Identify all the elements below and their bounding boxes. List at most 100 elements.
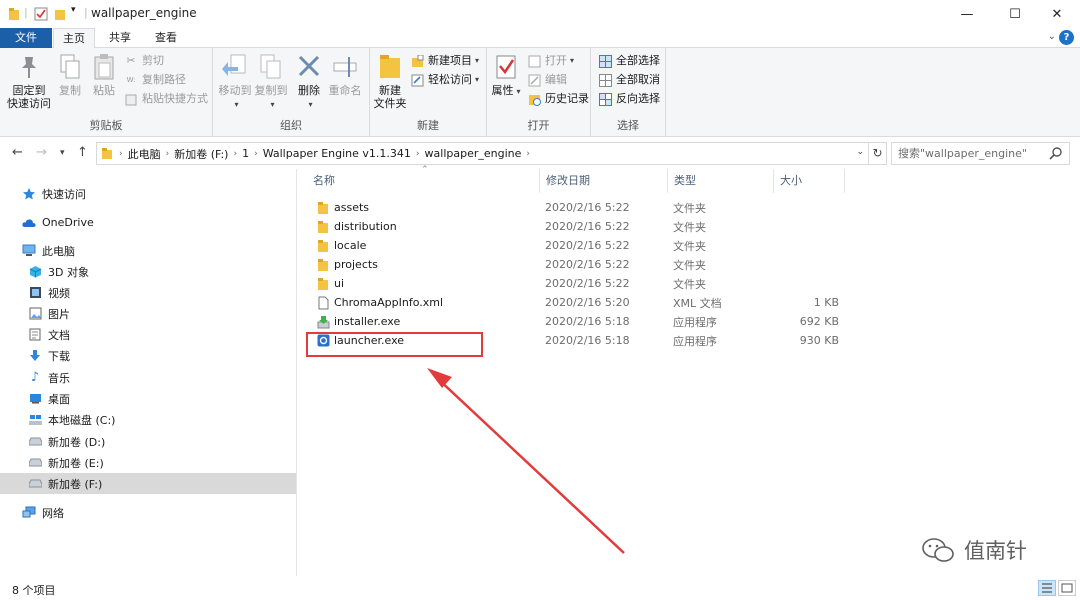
recent-locations-icon[interactable]: ▾ [60,148,65,158]
refresh-icon[interactable]: ↻ [869,142,887,165]
minimize-button[interactable]: — [944,0,990,28]
sidebar-item-3d-objects[interactable]: 3D 对象 [0,261,296,282]
table-row[interactable]: distribution 2020/2/16 5:22 文件夹 [307,217,847,236]
folder-icon [316,276,330,291]
copy-path-button[interactable]: W: 复制路径 [124,71,186,89]
sidebar-item-desktop[interactable]: 桌面 [0,388,296,409]
new-item-button[interactable]: 新建项目 ▾ [410,52,479,70]
table-row[interactable]: installer.exe 2020/2/16 5:18 应用程序 692 KB [307,312,847,331]
wechat-icon [922,538,954,562]
breadcrumb-wallpaper-engine-version[interactable]: Wallpaper Engine v1.1.341 [263,147,411,160]
table-row[interactable]: projects 2020/2/16 5:22 文件夹 [307,255,847,274]
select-all-label: 全部选择 [616,54,660,67]
table-row[interactable]: ChromaAppInfo.xml 2020/2/16 5:20 XML 文档 … [307,293,847,312]
large-icons-view-button[interactable] [1058,580,1076,596]
sidebar-item-drive-c[interactable]: 本地磁盘 (C:) [0,409,296,430]
folder-icon [9,8,19,20]
help-icon[interactable]: ? [1059,30,1074,45]
breadcrumb-folder-1[interactable]: 1 [242,147,249,160]
file-date: 2020/2/16 5:22 [545,239,630,252]
sidebar-item-this-pc[interactable]: 此电脑 [0,240,296,261]
history-button[interactable]: 历史记录 [527,90,589,108]
tab-share[interactable]: 共享 [100,28,140,48]
sidebar-item-downloads[interactable]: 下载 [0,345,296,366]
sidebar-item-music[interactable]: ♪ 音乐 [0,367,296,388]
network-icon [22,506,36,520]
download-icon [28,349,42,363]
pin-to-quick-access-button[interactable]: 固定到 快速访问 [6,52,52,110]
breadcrumb-separator-icon: › [233,148,238,159]
details-view-icon [1042,583,1052,593]
new-folder-button[interactable]: 新建 文件夹 [372,52,408,110]
cut-button[interactable]: ✂ 剪切 [124,52,164,70]
sidebar-item-onedrive[interactable]: OneDrive [0,212,296,233]
sidebar-item-quick-access[interactable]: 快速访问 [0,183,296,204]
copy-to-icon [258,52,284,82]
edit-label: 编辑 [545,73,567,86]
copy-button[interactable]: 复制 [56,52,84,97]
copy-to-button[interactable]: 复制到▾ [253,52,289,111]
rename-button[interactable]: 重命名 [327,52,363,97]
new-folder-quick-icon[interactable] [54,7,66,21]
open-button[interactable]: 打开 ▾ [527,52,574,70]
sidebar-item-videos[interactable]: 视频 [0,282,296,303]
tab-home[interactable]: 主页 [53,28,95,49]
edit-button[interactable]: 编辑 [527,71,567,89]
address-bar[interactable]: › 此电脑 › 新加卷 (F:) › 1 › Wallpaper Engine … [96,142,869,165]
delete-button[interactable]: 删除▾ [295,52,323,111]
details-view-button[interactable] [1038,580,1056,596]
delete-x-icon [296,52,322,82]
file-name: ChromaAppInfo.xml [334,296,444,309]
table-row[interactable]: assets 2020/2/16 5:22 文件夹 [307,198,847,217]
table-row[interactable]: locale 2020/2/16 5:22 文件夹 [307,236,847,255]
column-header-type[interactable]: 类型 [668,169,774,193]
search-input[interactable]: 搜索"wallpaper_engine" [891,142,1070,165]
chevron-down-icon[interactable]: ⌄ [1048,31,1056,42]
column-header-name[interactable]: 名称 [307,169,540,193]
close-button[interactable]: ✕ [1034,0,1080,28]
sidebar-item-drive-f[interactable]: 新加卷 (F:) [0,473,296,494]
column-header-date[interactable]: 修改日期 [540,169,668,193]
up-arrow-icon[interactable]: ↑ [77,145,88,160]
customize-quick-access-icon[interactable]: ▾ [71,5,76,19]
select-none-button[interactable]: 全部取消 [598,71,660,89]
folder-icon [316,200,330,215]
properties-button[interactable]: 属性 ▾ [491,52,521,98]
file-list: ⌃ 名称 修改日期 类型 大小 assets 2020/2/16 5:22 文件… [297,165,1080,576]
document-icon [28,328,42,342]
sidebar-item-drive-d[interactable]: 新加卷 (D:) [0,431,296,452]
file-type: 文件夹 [673,277,706,291]
sidebar-item-pictures[interactable]: 图片 [0,303,296,324]
chevron-down-icon[interactable]: ⌄ [856,147,864,157]
open-group: 属性 ▾ 打开 ▾ 编辑 历史记录 打开 [487,48,591,137]
breadcrumb-wallpaper-engine[interactable]: wallpaper_engine [425,147,522,160]
paste-icon [91,52,117,82]
forward-arrow-icon[interactable]: → [36,145,47,160]
copy-path-icon: W: [126,76,136,84]
paste-button[interactable]: 粘贴 [90,52,118,97]
table-row[interactable]: ui 2020/2/16 5:22 文件夹 [307,274,847,293]
file-name: distribution [334,220,397,233]
properties-quick-icon[interactable] [34,7,48,21]
sidebar-item-label: 快速访问 [42,187,86,201]
invert-selection-button[interactable]: 反向选择 [598,90,660,108]
paste-shortcut-button[interactable]: 粘贴快捷方式 [124,90,208,108]
column-header-size[interactable]: 大小 [774,169,845,193]
sidebar-item-network[interactable]: 网络 [0,502,296,523]
maximize-button[interactable]: ☐ [992,0,1038,28]
easy-access-button[interactable]: 轻松访问 ▾ [410,71,479,89]
breadcrumb-this-pc[interactable]: 此电脑 [128,146,161,162]
breadcrumb-drive-f[interactable]: 新加卷 (F:) [174,146,228,162]
search-icon[interactable] [1049,146,1063,160]
move-to-button[interactable]: 移动到▾ [217,52,253,111]
select-all-button[interactable]: 全部选择 [598,52,660,70]
tab-file[interactable]: 文件 [0,28,52,48]
file-size: 1 KB [813,296,839,309]
navigation-pane: 快速访问 OneDrive 此电脑 3D 对象 视频 图片 文档 下载 ♪ 音乐… [0,169,297,576]
highlight-box [306,332,483,357]
sidebar-item-documents[interactable]: 文档 [0,324,296,345]
tab-view[interactable]: 查看 [146,28,186,48]
sidebar-item-drive-e[interactable]: 新加卷 (E:) [0,452,296,473]
back-arrow-icon[interactable]: ← [12,145,23,160]
properties-icon [493,52,519,82]
